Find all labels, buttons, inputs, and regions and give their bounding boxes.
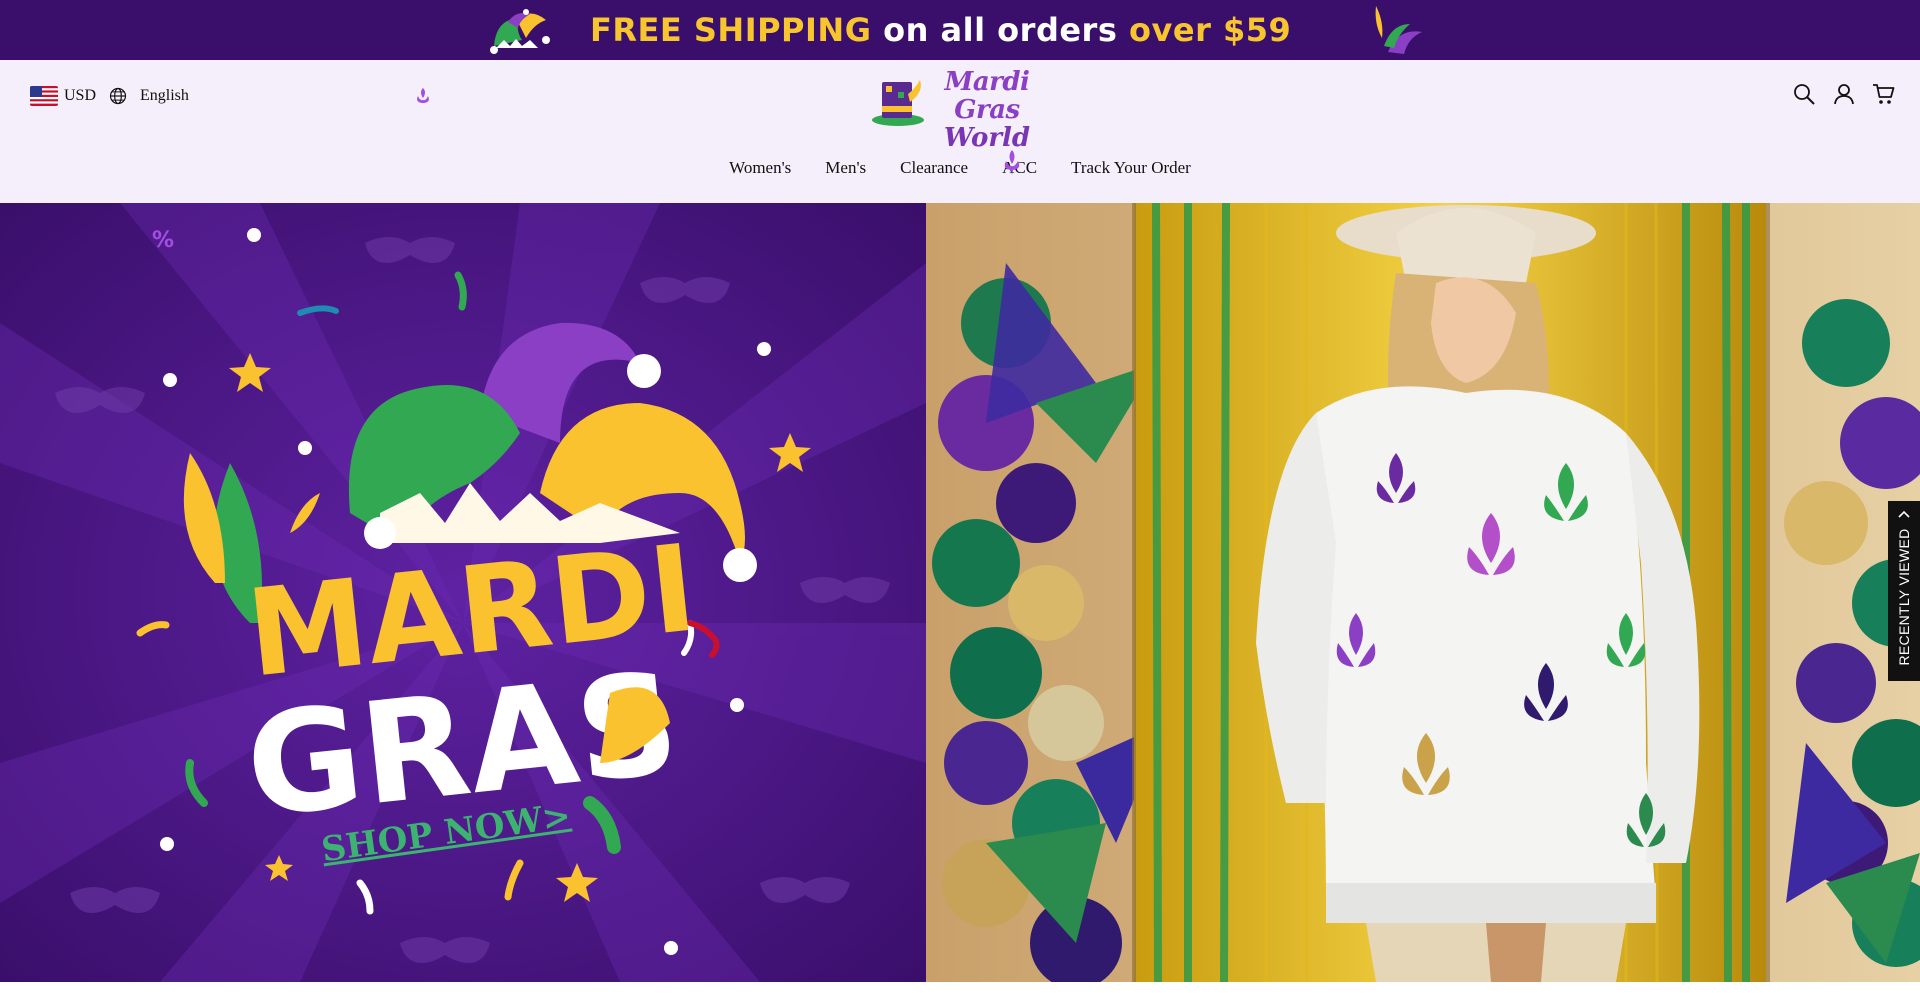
nav-item-clearance[interactable]: Clearance [900, 148, 968, 188]
sweatshirt-product-banner[interactable] [926, 203, 1920, 982]
header-icons [1792, 82, 1896, 106]
announcement-free-shipping: FREE SHIPPING [590, 11, 872, 49]
currency-label: USD [64, 87, 97, 104]
hero-carousel[interactable]: % MARDI GRAS SHOP NOW> RECENTLY VIEWED [0, 203, 1920, 982]
language-label: English [140, 87, 189, 104]
announcement-bar: FREE SHIPPING on all orders over $59 [0, 0, 1920, 60]
announcement-threshold: over $59 [1129, 11, 1292, 49]
nav-item-track-order[interactable]: Track Your Order [1071, 148, 1191, 188]
mardi-gras-banner[interactable]: % MARDI GRAS SHOP NOW> [0, 203, 926, 982]
jester-hat-icon [490, 9, 550, 54]
account-icon[interactable] [1832, 82, 1856, 106]
recently-viewed-label: RECENTLY VIEWED [1896, 528, 1912, 666]
announcement-middle: on all orders [871, 11, 1130, 49]
feather-icon [1375, 6, 1422, 54]
site-logo[interactable]: Mardi Gras World [870, 66, 1052, 152]
logo-line-1: Mardi Gras [944, 67, 1030, 125]
chevron-up-icon [1898, 510, 1910, 518]
cart-icon[interactable] [1872, 82, 1896, 106]
search-icon[interactable] [1792, 82, 1816, 106]
logo-text: Mardi Gras World [922, 67, 1052, 152]
main-nav: Women's Men's Clearance ACC Track Your O… [0, 148, 1920, 188]
site-header: USD English Mardi Gras World Women's Men… [0, 60, 1920, 203]
svg-text:%: % [152, 228, 174, 253]
fleur-de-lis-icon [417, 88, 429, 103]
recently-viewed-tab[interactable]: RECENTLY VIEWED [1888, 501, 1920, 681]
fleur-de-lis-icon [1004, 150, 1020, 175]
nav-item-mens[interactable]: Men's [825, 148, 866, 188]
currency-selector[interactable]: USD [30, 84, 96, 108]
top-hat-icon [872, 80, 924, 126]
product-photo [926, 203, 1920, 982]
language-selector[interactable]: English [108, 84, 189, 108]
nav-item-womens[interactable]: Women's [729, 148, 791, 188]
us-flag-icon [30, 86, 58, 106]
announcement-text: FREE SHIPPING on all orders over $59 [590, 8, 1340, 52]
globe-icon [109, 87, 127, 105]
